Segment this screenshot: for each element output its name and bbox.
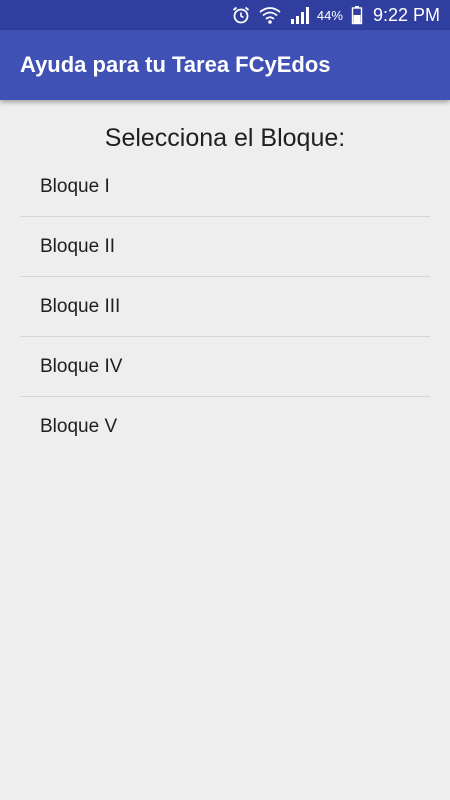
list-item-label: Bloque III [40, 295, 121, 317]
list-item-label: Bloque V [40, 416, 118, 437]
app-title: Ayuda para tu Tarea FCyEdos [20, 52, 331, 77]
status-bar: 44% 9:22 PM [0, 0, 450, 30]
list-item-bloque-5[interactable]: Bloque V [20, 397, 430, 457]
list-item-bloque-2[interactable]: Bloque II [20, 217, 430, 277]
battery-percent: 44% [316, 7, 343, 23]
page-heading: Selecciona el Bloque: [104, 124, 346, 152]
bloque-list: Bloque I Bloque II Bloque III Bloque IV … [20, 157, 430, 457]
list-item-label: Bloque I [40, 175, 110, 197]
list-item-label: Bloque IV [40, 355, 123, 377]
list-item-label: Bloque II [40, 235, 115, 257]
wifi-icon [259, 5, 281, 25]
alarm-clock-icon [231, 5, 251, 25]
battery-icon [351, 5, 363, 25]
status-clock: 9:22 PM [372, 4, 440, 25]
list-item-bloque-3[interactable]: Bloque III [20, 277, 430, 337]
main-content: Selecciona el Bloque: Bloque I Bloque II… [0, 100, 450, 800]
cell-signal-icon [289, 5, 311, 25]
list-item-bloque-1[interactable]: Bloque I [20, 157, 430, 217]
list-item-bloque-4[interactable]: Bloque IV [20, 337, 430, 397]
app-bar: Ayuda para tu Tarea FCyEdos [0, 30, 450, 100]
